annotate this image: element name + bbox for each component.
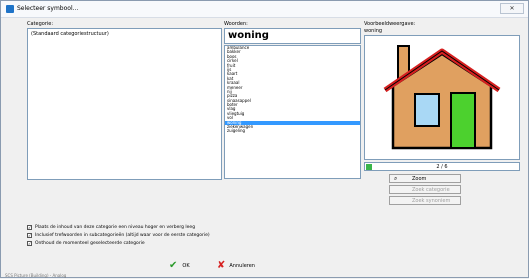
dialog-window: Selecteer symbool... ✕ Categorie: (Stand… [0,0,529,278]
option-remember-category-label: Onthoud de momenteel geselecteerde categ… [35,241,145,246]
checkbox-include-keywords[interactable]: ✓ [27,233,32,238]
checkbox-remember-category[interactable]: ✓ [27,241,32,246]
cancel-icon: ✘ [217,260,226,271]
title-bar: Selecteer symbool... ✕ [1,1,528,18]
zoom-label: Zoom [412,175,427,182]
ok-button[interactable]: ✔ OK [169,259,215,272]
zoom-icon: ⌕ [394,174,398,182]
search-synonym-button[interactable]: Zoek synoniem [389,196,461,205]
status-bar: SCS Picture (Building) - Analog [5,273,67,278]
category-label: Categorie: [27,21,54,27]
search-category-button[interactable]: Zoek categorie [389,185,461,194]
current-word: woning [224,28,361,44]
word-list[interactable]: ambulance bakker boos cirkel fruit ijs kaart ka… [224,45,361,179]
checkbox-flatten[interactable]: ✓ [27,225,32,230]
search-category-label: Zoek categorie [412,186,450,193]
checkmark-icon: ✔ [169,260,178,271]
search-synonym-label: Zoek synoniem [412,197,451,204]
house-icon [383,45,501,150]
option-include-keywords-label: Inclusief trefwoorden in subcategorieën … [35,233,210,238]
app-icon [6,5,14,13]
zoom-button[interactable]: ⌕ Zoom [389,174,461,183]
words-label: Woorden: [224,21,248,27]
word-list-item[interactable]: zuigeling [225,129,360,134]
category-tree[interactable]: (Standaard categoriestructuur) [27,28,222,180]
preview-label: Voorbeeldweergave: [364,21,416,27]
tree-item-root[interactable]: (Standaard categoriestructuur) [31,31,109,37]
close-icon: ✕ [509,5,515,12]
symbol-preview [364,35,520,160]
option-flatten-label: Plaats de inhoud van deze categorie een … [35,225,196,230]
page-indicator: 2 / 6 [364,162,520,171]
option-flatten[interactable]: ✓ Plaats de inhoud van deze categorie ee… [27,225,195,230]
close-button[interactable]: ✕ [500,3,524,14]
option-remember-category[interactable]: ✓ Onthoud de momenteel geselecteerde cat… [27,241,145,246]
page-number: 2 / 6 [436,164,448,170]
preview-name: woning [364,28,383,34]
option-include-keywords[interactable]: ✓ Inclusief trefwoorden in subcategorieë… [27,233,210,238]
cancel-button[interactable]: ✘ Annuleren [217,259,272,272]
cancel-label: Annuleren [229,262,255,269]
page-icon[interactable] [366,164,372,170]
window-title: Selecteer symbool... [17,5,79,12]
ok-label: OK [182,262,190,269]
